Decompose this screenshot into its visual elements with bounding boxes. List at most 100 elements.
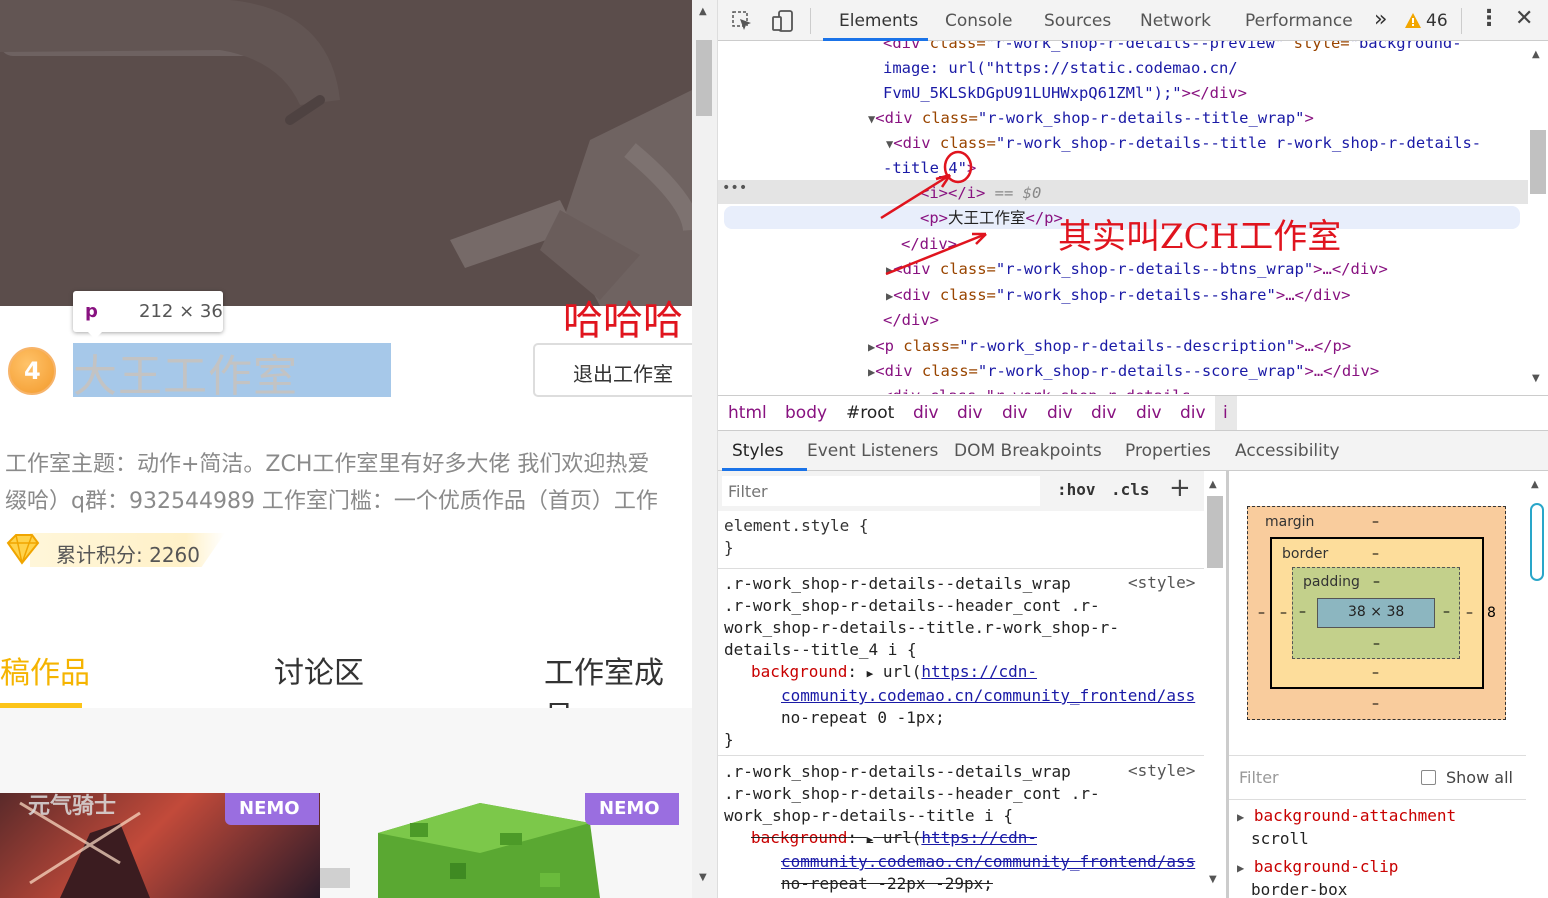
tooltip-tag: p [85,301,98,322]
more-tabs-button[interactable]: » [1374,7,1387,32]
computed-value: border-box [1251,880,1348,898]
rule-selector[interactable]: details--title_4 i { [724,639,1204,661]
padding-label: padding [1303,574,1360,590]
box-model-margin[interactable]: margin – – 8 – border – – – – padding – … [1247,506,1506,720]
scroll-up-arrow-icon[interactable]: ▲ [1531,479,1539,490]
description-line-1: 工作室主题：动作+简洁。ZCH工作室里有好多大佬 我们欢迎热爱 [5,452,650,477]
devtools-panel: Elements Console Sources Network Perform… [718,0,1548,898]
show-all-checkbox[interactable] [1421,770,1436,785]
scroll-down-arrow-icon[interactable]: ▼ [1209,874,1217,885]
tab-sources[interactable]: Sources [1044,11,1111,31]
margin-label: margin [1265,514,1315,530]
svg-text:元气骑士: 元气骑士 [28,793,116,819]
scroll-thumb[interactable] [696,40,712,116]
rule-selector[interactable]: work_shop-r-details--title.r-work_shop-r… [724,617,1204,639]
diamond-icon [6,534,40,565]
element-size-tooltip: p 212 × 36 [73,291,223,339]
scroll-up-arrow-icon[interactable]: ▲ [699,6,707,17]
scroll-thumb[interactable] [1530,503,1544,581]
breadcrumb-item[interactable]: div [1136,403,1162,423]
scroll-thumb[interactable] [1207,496,1223,568]
computed-filter-input[interactable]: Filter [1239,768,1279,787]
breadcrumb-item[interactable]: div [1091,403,1117,423]
styles-subtabs: Styles Event Listeners DOM Breakpoints P… [718,431,1548,471]
css-url-link[interactable]: https://cdn- [921,662,1037,681]
card-gap [320,868,350,888]
rule-selector[interactable]: .r-work_shop-r-details--header_cont .r- [724,595,1204,617]
subtab-styles[interactable]: Styles [732,441,784,461]
scroll-up-arrow-icon[interactable]: ▲ [1532,49,1540,60]
device-toolbar-icon[interactable] [771,9,795,33]
nemo-badge: NEMO [225,793,319,825]
rule-selector[interactable]: .r-work_shop-r-details--header_cont .r- [724,783,1204,805]
styles-pane: :hov .cls + element.style { } .r-work_sh… [718,471,1204,898]
breadcrumb-item[interactable]: div [957,403,983,423]
scroll-up-arrow-icon[interactable]: ▲ [1209,479,1217,490]
rule-source-link[interactable]: <style> [1128,573,1196,592]
css-value[interactable]: no-repeat 0 -1px; [724,707,1204,729]
breadcrumb-item[interactable]: div [1002,403,1028,423]
breadcrumb-item[interactable]: #root [846,403,894,423]
breadcrumb-item[interactable]: div [1047,403,1073,423]
breadcrumb-item-selected[interactable]: i [1215,396,1237,430]
warning-count[interactable]: 46 [1426,11,1448,31]
webpage-viewport: p 212 × 36 哈哈哈 4 大王工作室 退出工作室 工作室主题：动作+简洁… [0,0,692,898]
subtab-event-listeners[interactable]: Event Listeners [807,441,938,461]
warning-icon [1405,13,1421,28]
tab-works[interactable]: 投稿作品 [0,648,90,692]
scroll-thumb[interactable] [1530,130,1546,194]
page-scrollbar[interactable]: ▲ ▼ [692,0,718,898]
nemo-badge-text: NEMO [239,798,300,819]
padding-top-value: – [1373,574,1380,590]
css-property-overridden[interactable]: background [751,828,847,847]
nemo-badge-text: NEMO [599,798,660,819]
tab-network[interactable]: Network [1140,11,1211,31]
subtab-properties[interactable]: Properties [1125,441,1211,461]
css-url-link[interactable]: community.codemao.cn/community_frontend/… [724,851,1204,873]
styles-scrollbar[interactable]: ▲ ▼ [1204,471,1226,898]
border-right-value: – [1466,605,1473,621]
computed-property[interactable]: background-attachment [1254,806,1456,825]
rule-close: } [724,538,734,557]
element-style-selector[interactable]: element.style { [724,515,869,537]
box-model-content[interactable]: 38 × 38 [1317,598,1435,628]
breadcrumb-item[interactable]: div [1180,403,1206,423]
styles-filter-input[interactable] [722,476,1040,506]
scroll-down-arrow-icon[interactable]: ▼ [699,872,707,883]
hov-toggle[interactable]: :hov [1057,480,1096,499]
box-model-border[interactable]: border – – – – padding – – – – 38 × 38 [1270,537,1484,689]
dom-scrollbar[interactable]: ▲ ▼ [1528,41,1548,394]
css-property[interactable]: background [751,662,847,681]
rule-selector[interactable]: work_shop-r-details--title i { [724,805,1204,827]
computed-scrollbar[interactable]: ▲ [1526,471,1548,761]
breadcrumb-item[interactable]: body [785,403,827,423]
css-url-link[interactable]: https://cdn- [921,828,1037,847]
margin-bottom-value: – [1372,696,1379,712]
tab-console[interactable]: Console [945,11,1013,31]
settings-menu-icon[interactable]: ⋮ [1478,6,1500,31]
tab-elements[interactable]: Elements [839,11,918,31]
breadcrumb-item[interactable]: html [728,403,767,423]
subtab-dom-breakpoints[interactable]: DOM Breakpoints [954,441,1102,461]
subtab-accessibility[interactable]: Accessibility [1235,441,1340,461]
css-value-overridden[interactable]: no-repeat -22px -29px; [724,873,1204,895]
rule-source-link[interactable]: <style> [1128,761,1196,780]
new-style-rule-button[interactable]: + [1169,473,1191,503]
tab-discussion[interactable]: 讨论区 [274,648,364,692]
close-devtools-icon[interactable]: ✕ [1515,6,1533,31]
rule-close: } [724,730,734,749]
cls-toggle[interactable]: .cls [1111,480,1150,499]
tab-performance[interactable]: Performance [1245,11,1353,31]
computed-value: scroll [1251,829,1309,848]
element-style-rule: element.style { } [724,515,869,559]
banner-illustration [0,0,692,306]
computed-filter-bar: Filter Show all [1229,761,1526,797]
border-top-value: – [1372,546,1379,562]
scroll-down-arrow-icon[interactable]: ▼ [1532,373,1540,384]
breadcrumb-item[interactable]: div [913,403,939,423]
css-url-link[interactable]: community.codemao.cn/community_frontend/… [724,685,1204,707]
inspect-element-icon[interactable] [731,10,753,32]
exit-studio-button[interactable]: 退出工作室 [533,343,692,397]
computed-property[interactable]: background-clip [1254,857,1399,876]
box-model-padding[interactable]: padding – – – – 38 × 38 [1292,567,1460,659]
